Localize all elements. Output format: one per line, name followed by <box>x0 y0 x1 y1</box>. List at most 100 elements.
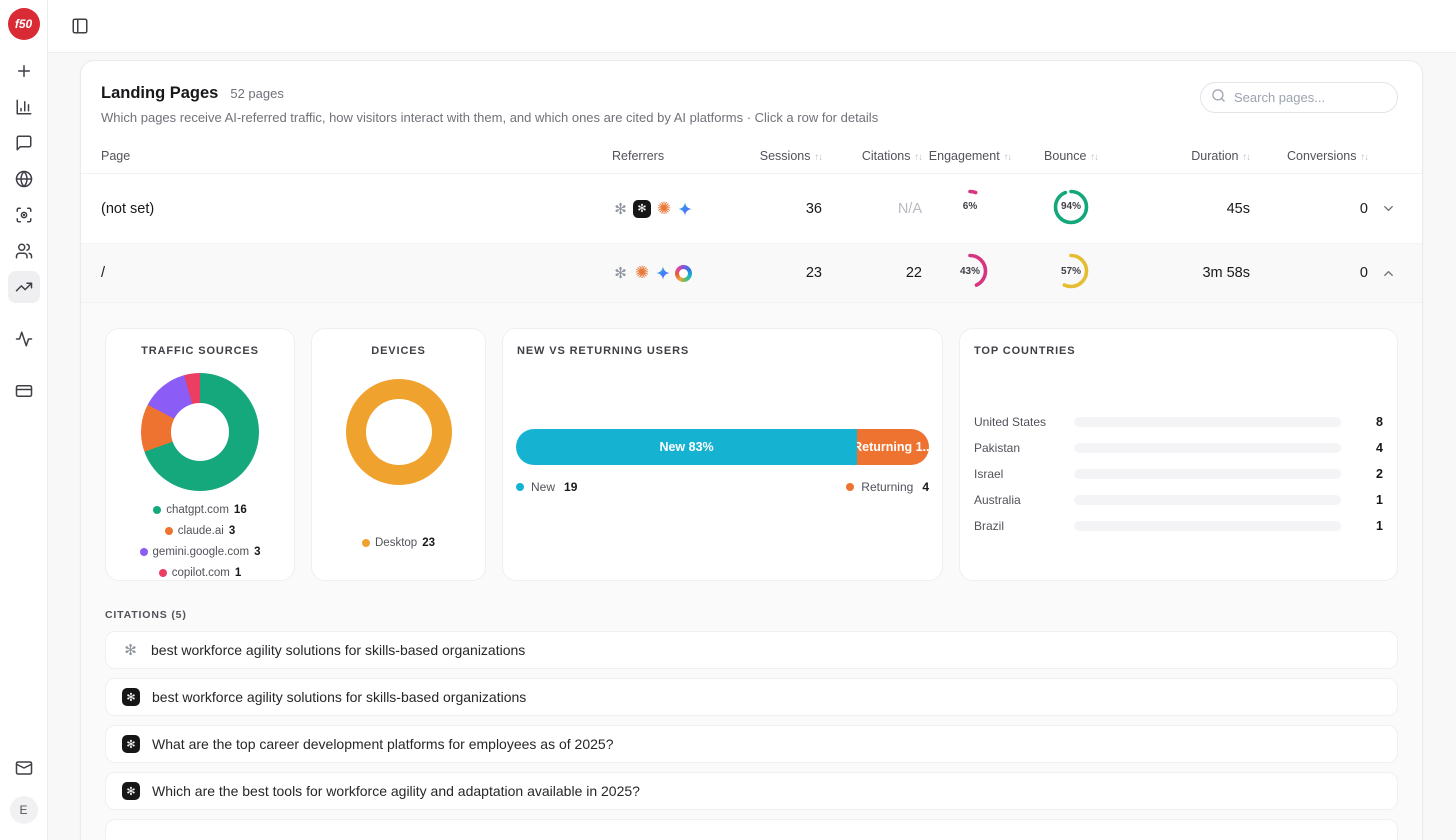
chevron-up-icon[interactable] <box>1368 266 1408 281</box>
new-vs-returning-bar: New 83%Returning 1... <box>516 429 929 465</box>
sidebar-item-activity-icon[interactable] <box>8 323 40 355</box>
legend-item: Desktop23 <box>362 537 435 549</box>
legend-item: claude.ai3 <box>165 525 235 537</box>
sort-icon[interactable]: ↑↓ <box>1090 152 1098 163</box>
duration-cell: 3m 58s <box>1124 265 1250 281</box>
citations-label: CITATIONS (5) <box>105 609 1398 621</box>
page-subtitle: Which pages receive AI-referred traffic,… <box>101 110 1398 125</box>
citation-text: Which are the best tools for workforce a… <box>152 783 640 799</box>
citation-row[interactable]: ✻ What are the top career development pla… <box>105 725 1398 763</box>
sort-icon[interactable]: ↑↓ <box>1004 152 1012 163</box>
gemini-icon <box>677 201 693 217</box>
traffic-sources-card: TRAFFIC SOURCES chatgpt.com16 claude.ai3 g… <box>105 328 295 581</box>
table-header: Page Referrers Sessions↑↓ Citations↑↓ En… <box>81 138 1422 174</box>
app-logo[interactable]: f50 <box>8 8 40 40</box>
citation-text: What are the top career development plat… <box>152 736 613 752</box>
card-header: Landing Pages 52 pages Which pages recei… <box>81 61 1422 138</box>
traffic-sources-legend: chatgpt.com16 claude.ai3 gemini.google.com… <box>114 504 286 579</box>
search-input[interactable] <box>1234 90 1387 105</box>
legend-item: Returning4 <box>846 480 929 494</box>
bounce-cell: 57% <box>1018 252 1124 294</box>
citation-text: best workforce agility solutions for ski… <box>151 642 525 658</box>
column-header-conversions[interactable]: Conversions↑↓ <box>1250 149 1368 163</box>
openai-icon: ✻ <box>612 200 629 217</box>
table-row-expanded[interactable]: / ✻✺ 23 22 43% 57% 3m 58s 0 <box>81 244 1422 302</box>
column-header-duration[interactable]: Duration↑↓ <box>1124 149 1250 163</box>
bar-segment: Returning 1... <box>857 429 929 465</box>
column-header-bounce[interactable]: Bounce↑↓ <box>1018 149 1124 163</box>
bounce-cell: 94% <box>1018 188 1124 230</box>
engagement-cell: 43% <box>922 252 1018 294</box>
sort-icon[interactable]: ↑↓ <box>915 152 923 163</box>
conversions-cell: 0 <box>1250 265 1368 281</box>
mail-icon[interactable] <box>8 752 40 784</box>
legend-item: copilot.com1 <box>159 567 242 579</box>
bounce-ring: 57% <box>1052 252 1090 290</box>
user-avatar[interactable]: E <box>10 796 38 824</box>
copilot-icon <box>675 265 692 282</box>
sidebar-item-plus-icon[interactable] <box>8 55 40 87</box>
legend-item: chatgpt.com16 <box>153 504 246 516</box>
openai-icon: ✻ <box>612 265 629 282</box>
sidebar-item-message-icon[interactable] <box>8 127 40 159</box>
sidebar-item-users-icon[interactable] <box>8 235 40 267</box>
citation-row[interactable]: ✻Which are the best tools for workforce … <box>105 772 1398 810</box>
column-header-engagement[interactable]: Engagement↑↓ <box>922 149 1018 163</box>
sidebar-item-globe-icon[interactable] <box>8 163 40 195</box>
claude-icon: ✺ <box>633 264 651 282</box>
devices-donut <box>346 379 452 485</box>
citation-row[interactable]: ✻best workforce agility solutions for sk… <box>105 678 1398 716</box>
duration-cell: 45s <box>1124 201 1250 217</box>
sidebar-item-bar-chart-icon[interactable] <box>8 91 40 123</box>
search-box[interactable] <box>1200 82 1398 113</box>
legend-item: gemini.google.com3 <box>140 546 261 558</box>
conversions-cell: 0 <box>1250 201 1368 217</box>
chatgpt-app-icon: ✻ <box>633 200 651 218</box>
citation-row[interactable]: ✻best workforce agility solutions for sk… <box>105 631 1398 669</box>
main-content: Landing Pages 52 pages Which pages recei… <box>48 53 1456 840</box>
referrers-cell: ✻✺ <box>612 264 722 282</box>
engagement-cell: 6% <box>922 188 1018 230</box>
citations-section: CITATIONS (5) ✻best workforce agility so… <box>105 609 1398 840</box>
sidebar-nav <box>8 55 40 411</box>
citation-row[interactable] <box>105 819 1398 840</box>
referrers-cell: ✻✻✺ <box>612 200 722 218</box>
sort-icon[interactable]: ↑↓ <box>1361 152 1369 163</box>
country-row: Australia1 <box>974 487 1383 513</box>
sidebar: f50 E <box>0 0 48 840</box>
new-vs-returning-card: NEW VS RETURNING USERS New 83%Returning … <box>502 328 943 581</box>
sidebar-item-scan-eye-icon[interactable] <box>8 199 40 231</box>
column-header-sessions[interactable]: Sessions↑↓ <box>722 149 822 163</box>
top-countries-card: TOP COUNTRIES United States8Pakistan4Isr… <box>959 328 1398 581</box>
topbar <box>48 0 1456 53</box>
row-details-panel: TRAFFIC SOURCES chatgpt.com16 claude.ai3 g… <box>81 302 1422 840</box>
engagement-ring: 43% <box>951 252 989 290</box>
engagement-ring: 6% <box>951 188 989 226</box>
devices-legend: Desktop23 <box>313 537 485 549</box>
sort-icon[interactable]: ↑↓ <box>815 152 823 163</box>
chatgpt-app-icon: ✻ <box>122 735 140 753</box>
country-row: Pakistan4 <box>974 435 1383 461</box>
country-row: Israel2 <box>974 461 1383 487</box>
citation-text: best workforce agility solutions for ski… <box>152 689 526 705</box>
sidebar-toggle-icon[interactable] <box>64 10 96 42</box>
bounce-ring: 94% <box>1052 188 1090 226</box>
table-row[interactable]: (not set) ✻✻✺ 36 N/A 6% 94% 45s 0 <box>81 174 1422 244</box>
chevron-down-icon[interactable] <box>1368 201 1408 216</box>
traffic-sources-title: TRAFFIC SOURCES <box>106 345 294 357</box>
claude-icon: ✺ <box>655 200 673 218</box>
column-header-page: Page <box>101 149 612 163</box>
column-header-citations[interactable]: Citations↑↓ <box>822 149 922 163</box>
sidebar-item-trending-up-icon[interactable] <box>8 271 40 303</box>
top-countries-title: TOP COUNTRIES <box>960 345 1397 357</box>
sessions-cell: 23 <box>722 265 822 281</box>
legend-item: New19 <box>516 480 577 494</box>
traffic-sources-donut <box>141 373 259 491</box>
page-cell: / <box>101 265 612 281</box>
sort-icon[interactable]: ↑↓ <box>1243 152 1251 163</box>
page-cell: (not set) <box>101 201 612 217</box>
sidebar-item-credit-card-icon[interactable] <box>8 375 40 407</box>
country-row: United States8 <box>974 409 1383 435</box>
landing-pages-card: Landing Pages 52 pages Which pages recei… <box>80 60 1423 840</box>
new-vs-returning-title: NEW VS RETURNING USERS <box>503 345 942 357</box>
